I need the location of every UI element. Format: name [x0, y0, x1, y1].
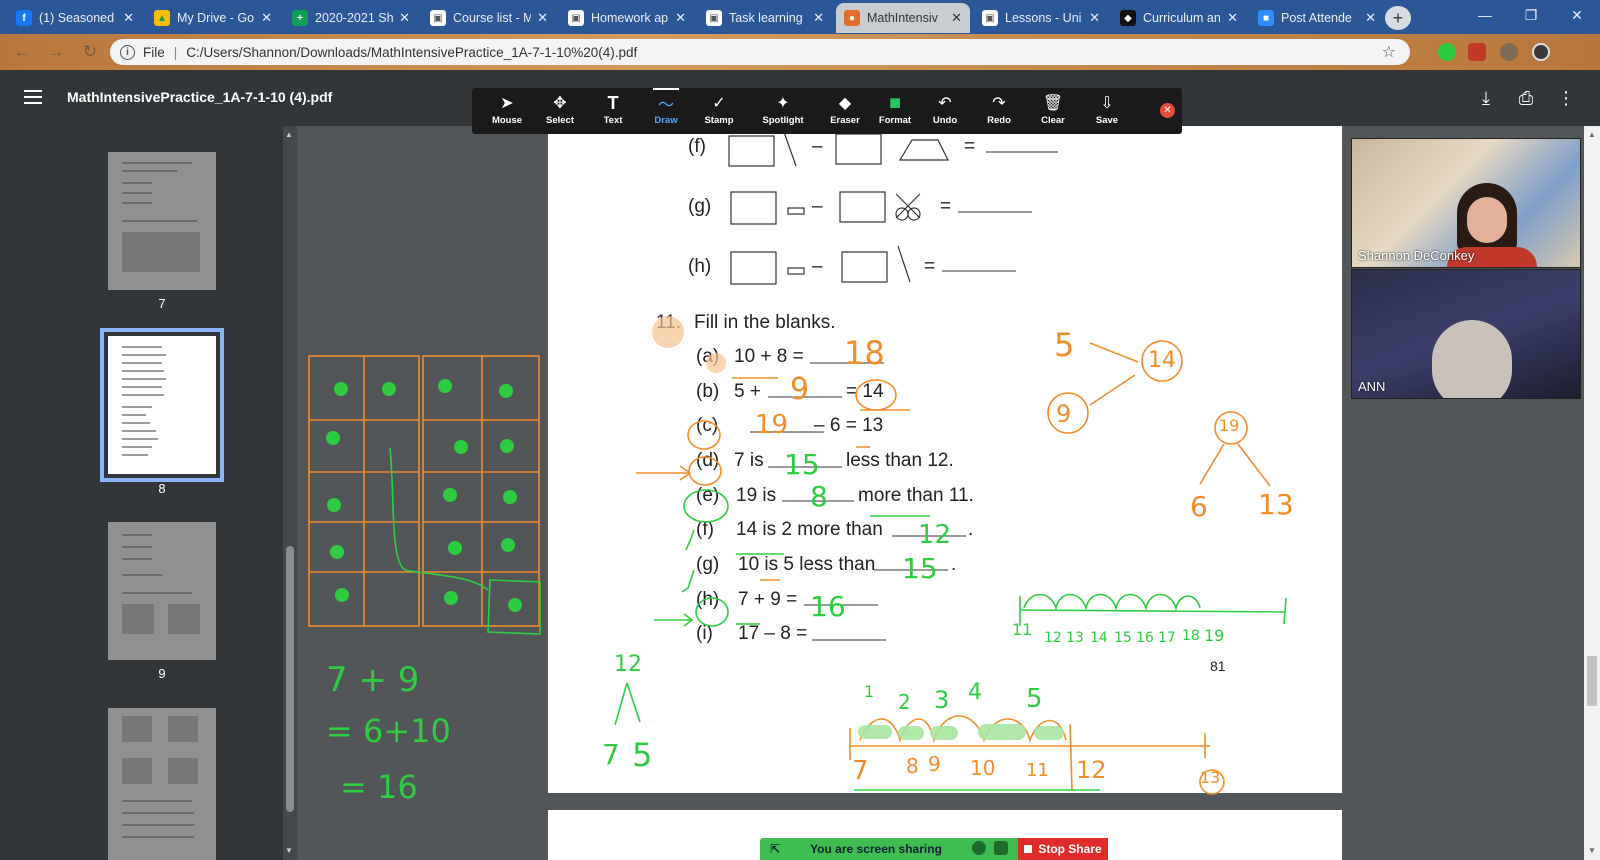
hop-count: 1: [864, 682, 875, 701]
number-line-label: 17: [1158, 630, 1176, 646]
tool-mouse[interactable]: ➤ Mouse: [482, 91, 532, 131]
number-bond-part: 6: [1190, 490, 1208, 523]
screen-sharing-bar: ⇱ You are screen sharing Stop Share: [760, 838, 1108, 860]
number-line-label: 8: [906, 754, 919, 778]
number-line-label: 14: [1090, 630, 1108, 646]
tool-spotlight[interactable]: ✦ Spotlight: [758, 91, 808, 131]
tool-undo[interactable]: ↶ Undo: [920, 91, 970, 131]
participant-video[interactable]: ANN: [1351, 269, 1581, 399]
tool-eraser[interactable]: ◆ Eraser: [820, 91, 870, 131]
number-bond-part: 5: [632, 736, 653, 774]
number-bond-part: 7: [602, 738, 620, 771]
undo-icon: ↶: [938, 95, 952, 112]
hop-count: 4: [968, 680, 982, 705]
number-line-label: 15: [1114, 630, 1132, 646]
hop-count: 3: [934, 686, 950, 714]
stop-share-button[interactable]: Stop Share: [1018, 838, 1108, 860]
annotation-toolbar: ➤ Mouse ✥ Select T Text 〜 Draw ✓ Stamp ✦ Spotl…: [472, 88, 1182, 134]
number-line-label: 11: [1012, 620, 1033, 639]
number-bond-part: 13: [1258, 488, 1294, 521]
handwritten-answer: 16: [810, 590, 846, 623]
text-icon: T: [607, 92, 619, 113]
number-line-label: 11: [1026, 760, 1049, 781]
number-line-label: 12: [1044, 630, 1062, 646]
shield-icon: [994, 841, 1008, 855]
mouse-pointer-icon: ➤: [500, 95, 514, 112]
hop-count: 5: [1026, 684, 1043, 714]
tool-save[interactable]: ⇩ Save: [1082, 91, 1132, 131]
screen: f (1) Seasoned ✕ ▲ My Drive - Go ✕ + 202…: [0, 0, 1600, 860]
draw-squiggle-icon: 〜: [657, 97, 674, 114]
number-line-label: 10: [970, 756, 996, 780]
handwritten-answer: 18: [844, 334, 885, 372]
handwritten-work: = 6+10: [326, 712, 451, 750]
hop-count: 2: [898, 690, 911, 714]
tool-redo[interactable]: ↷ Redo: [974, 91, 1024, 131]
sharing-status: You are screen sharing: [810, 842, 942, 856]
number-bond-whole: 14: [1148, 348, 1176, 373]
tool-format[interactable]: ■ Format: [870, 91, 920, 131]
handwritten-work: = 16: [340, 768, 418, 806]
checkmark-icon: ✓: [712, 95, 726, 112]
number-line-label: 13: [1066, 630, 1084, 646]
participant-name: ANN: [1358, 379, 1386, 394]
number-line-label: 16: [1136, 630, 1154, 646]
tool-clear[interactable]: 🗑 Clear: [1028, 91, 1078, 131]
spotlight-wand-icon: ✦: [776, 95, 790, 112]
page-scrollbar[interactable]: ▲ ▼: [1584, 126, 1600, 860]
drag-handle-icon[interactable]: ⇱: [770, 842, 780, 856]
number-line-label: 9: [928, 752, 941, 776]
move-icon: ✥: [553, 95, 567, 112]
number-bond-part: 5: [1054, 326, 1075, 364]
color-swatch-icon: ■: [888, 91, 902, 114]
handwritten-answer: 19: [755, 410, 789, 440]
handwritten-answer: 9: [790, 372, 810, 407]
handwritten-answer: 15: [902, 552, 938, 585]
tool-draw[interactable]: 〜 Draw: [641, 88, 691, 131]
eraser-icon: ◆: [838, 95, 852, 112]
number-line-label: 18: [1182, 628, 1200, 644]
participant-name: Shannon DeConkey: [1358, 248, 1475, 263]
handwritten-work: 7 + 9: [326, 660, 420, 700]
number-line-label: 19: [1204, 626, 1225, 645]
trash-icon: 🗑: [1042, 95, 1064, 112]
number-bond-part: 9: [1056, 400, 1072, 428]
tool-select[interactable]: ✥ Select: [535, 91, 585, 131]
number-line-label: 12: [1076, 756, 1107, 784]
close-annotation-icon[interactable]: ✕: [1160, 103, 1175, 118]
number-line-label: 13: [1200, 768, 1221, 787]
network-icon: [972, 841, 986, 855]
participant-video[interactable]: Shannon DeConkey: [1351, 138, 1581, 268]
tool-stamp[interactable]: ✓ Stamp: [694, 91, 744, 131]
redo-icon: ↷: [992, 95, 1006, 112]
handwritten-answer: 12: [918, 520, 952, 550]
number-bond-whole: 12: [614, 652, 642, 677]
handwritten-answer: 8: [810, 480, 828, 513]
tool-text[interactable]: T Text: [588, 91, 638, 131]
participant-silhouette: [1432, 320, 1512, 398]
save-download-icon: ⇩: [1100, 95, 1114, 112]
stop-icon: [1024, 845, 1033, 853]
handwritten-answer: 15: [784, 448, 820, 481]
number-bond-whole: 19: [1219, 416, 1240, 435]
number-line-label: 7: [852, 756, 869, 786]
